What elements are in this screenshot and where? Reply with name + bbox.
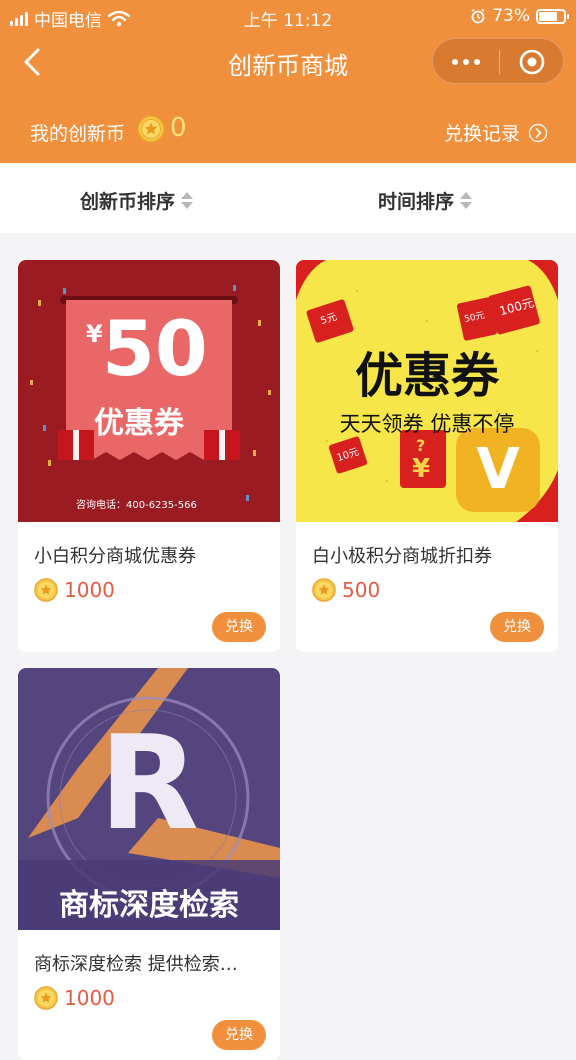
coupon-50-phone: 咨询电话：400-6235-566 xyxy=(76,500,197,511)
product-price: 1000 xyxy=(64,578,115,602)
trademark-letter: R xyxy=(98,707,200,859)
coupon-50-currency: ¥ xyxy=(86,320,103,348)
exchange-button[interactable]: 兑换 xyxy=(212,612,266,642)
product-card[interactable]: ¥ 50 优惠券 咨询电话：400-6235-566 小白积分商城优惠券 100… xyxy=(18,260,280,652)
sort-by-coins-label: 创新币排序 xyxy=(80,191,176,213)
battery-icon xyxy=(536,8,569,24)
price-row: 500 xyxy=(312,578,380,602)
product-price: 500 xyxy=(342,578,381,602)
alarm-icon xyxy=(471,8,485,24)
more-button[interactable] xyxy=(433,39,499,85)
product-title: 商标深度检索 提供检索… xyxy=(34,954,238,975)
battery-percent: 73% xyxy=(492,6,530,26)
status-bar: 中国电信 上午 11:12 73% xyxy=(0,0,576,34)
mini-program-capsule xyxy=(432,38,564,84)
sort-by-coins[interactable]: 创新币排序 xyxy=(80,187,194,214)
star-coin-icon xyxy=(312,578,336,602)
product-image-coupon-50: ¥ 50 优惠券 咨询电话：400-6235-566 xyxy=(18,260,280,522)
product-card[interactable]: R 商标深度检索 商标深度检索 提供检索… 1000 兑换 xyxy=(18,668,280,1060)
battery-level xyxy=(539,11,557,21)
more-dots-icon xyxy=(452,59,480,65)
coupon-50-caption: 优惠券 xyxy=(94,406,184,441)
my-coins-count: 0 xyxy=(170,113,187,143)
star-coin-icon xyxy=(34,986,58,1010)
coupon-50-amount: 50 xyxy=(102,304,208,393)
sort-arrows-icon xyxy=(181,192,194,209)
coupon-question-mark: ? xyxy=(416,436,426,455)
price-row: 1000 xyxy=(34,986,115,1010)
sort-bar: 创新币排序 时间排序 xyxy=(0,163,576,233)
product-card[interactable]: 5元 50元 100元 优惠券 天天领券 优惠不停 10元 ? ¥ V 白小极积… xyxy=(296,260,558,652)
my-coins-label: 我的创新币 xyxy=(30,123,126,145)
product-price: 1000 xyxy=(64,986,115,1010)
my-coins-bar: 我的创新币 0 兑换记录 xyxy=(0,110,576,150)
coupon-v-badge: V xyxy=(476,437,520,502)
product-title: 白小极积分商城折扣券 xyxy=(312,546,492,567)
nav-bar: 创新币商城 xyxy=(0,34,576,90)
trademark-caption: 商标深度检索 xyxy=(59,888,239,923)
chevron-right-circle-icon xyxy=(528,123,548,142)
target-circle-icon xyxy=(519,49,545,75)
product-image-coupon-yellow: 5元 50元 100元 优惠券 天天领券 优惠不停 10元 ? ¥ V xyxy=(296,260,558,522)
close-mini-program-button[interactable] xyxy=(499,39,565,85)
sort-by-time-label: 时间排序 xyxy=(378,191,455,213)
sort-arrows-icon xyxy=(460,192,473,209)
sort-by-time[interactable]: 时间排序 xyxy=(378,187,473,214)
coupon-headline: 优惠券 xyxy=(354,348,499,404)
coupon-yen: ¥ xyxy=(412,454,431,484)
product-title: 小白积分商城优惠券 xyxy=(34,546,196,567)
price-row: 1000 xyxy=(34,578,115,602)
exchange-button[interactable]: 兑换 xyxy=(212,1020,266,1050)
product-image-trademark: R 商标深度检索 xyxy=(18,668,280,930)
star-coin-icon xyxy=(34,578,58,602)
star-coin-icon xyxy=(137,115,165,143)
app-header: 中国电信 上午 11:12 73% 创新币商城 我的创新币 0 兑换记录 xyxy=(0,0,576,163)
exchange-history-label: 兑换记录 xyxy=(443,123,520,145)
exchange-history-link[interactable]: 兑换记录 xyxy=(444,119,548,146)
exchange-button[interactable]: 兑换 xyxy=(490,612,544,642)
status-right: 73% xyxy=(470,6,569,26)
